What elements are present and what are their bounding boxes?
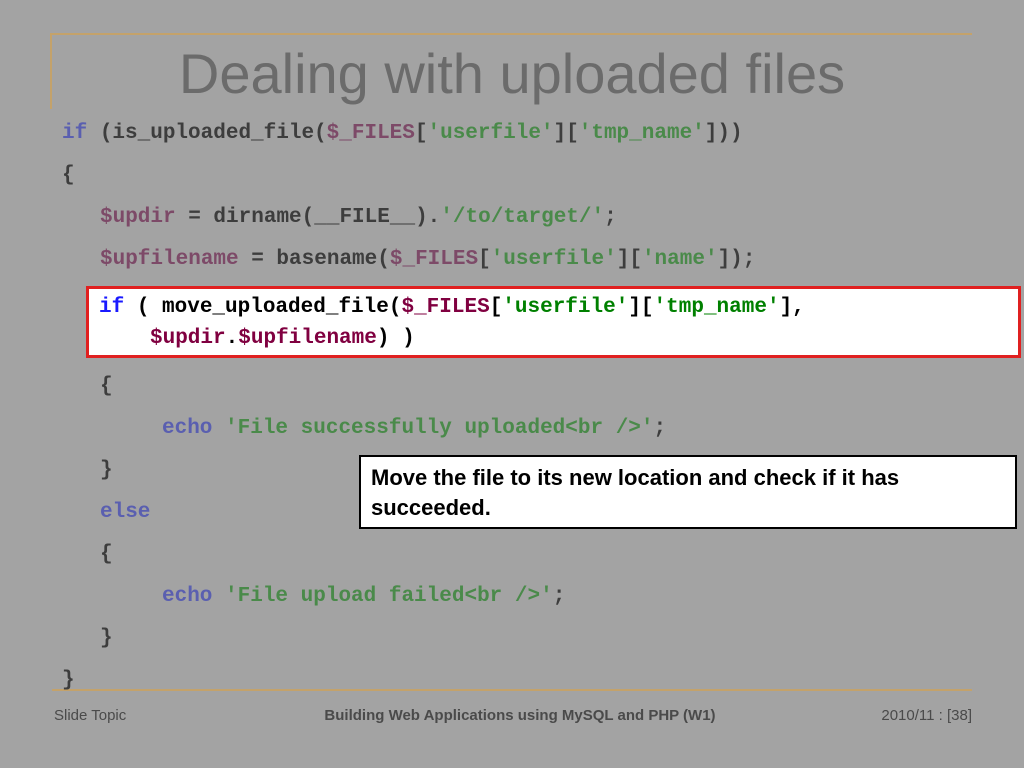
- code-text: ][: [628, 296, 654, 319]
- code-keyword: echo: [162, 417, 213, 440]
- code-string: 'userfile': [490, 248, 617, 271]
- code-string: 'tmp_name': [653, 296, 780, 319]
- code-text: .: [225, 327, 239, 350]
- code-variable: $updir: [150, 327, 226, 350]
- code-text: ]);: [717, 248, 756, 271]
- code-string: 'tmp_name': [578, 122, 705, 145]
- code-string: 'userfile': [427, 122, 554, 145]
- code-line-11: {: [100, 543, 113, 566]
- code-text: ;: [653, 417, 667, 440]
- code-text: (is_uploaded_file(: [87, 122, 327, 145]
- code-string: 'File successfully uploaded<br />': [212, 417, 654, 440]
- code-text: ;: [552, 585, 566, 608]
- bottom-divider: [52, 689, 972, 691]
- code-line-2: {: [62, 164, 75, 187]
- code-line-4: $upfilename = basename($_FILES['userfile…: [100, 247, 755, 273]
- code-line-6: $updir.$upfilename) ): [150, 326, 415, 352]
- code-variable: $_FILES: [326, 122, 415, 145]
- code-string: 'name': [641, 248, 718, 271]
- code-text: ;: [604, 206, 617, 229]
- code-text: ][: [616, 248, 642, 271]
- top-divider: [52, 33, 972, 35]
- code-line-3: $updir = dirname(__FILE__).'/to/target/'…: [100, 205, 617, 231]
- code-string: '/to/target/': [440, 206, 605, 229]
- code-text: ( move_uploaded_file(: [124, 296, 402, 319]
- code-text: = dirname(__FILE__).: [175, 206, 441, 229]
- code-keyword: echo: [162, 585, 213, 608]
- code-text: [: [414, 122, 428, 145]
- code-line-12: echo 'File upload failed<br />';: [162, 584, 565, 610]
- slide-title: Dealing with uploaded files: [178, 42, 846, 105]
- code-variable: $upfilename: [100, 248, 239, 271]
- code-line-9: }: [100, 459, 113, 482]
- code-line-1: if (is_uploaded_file($_FILES['userfile']…: [62, 121, 743, 147]
- code-keyword: if: [62, 122, 88, 145]
- code-line-5: if ( move_uploaded_file($_FILES['userfil…: [99, 295, 805, 321]
- callout-note: Move the file to its new location and ch…: [359, 455, 1017, 529]
- code-line-8: echo 'File successfully uploaded<br />';: [162, 416, 666, 442]
- code-text: [: [478, 248, 491, 271]
- code-variable: $upfilename: [238, 327, 377, 350]
- code-line-7: {: [100, 375, 113, 398]
- code-string: 'userfile': [502, 296, 629, 319]
- code-text: ])): [704, 122, 743, 145]
- code-keyword: if: [99, 296, 125, 319]
- code-line-14: }: [62, 669, 75, 692]
- code-variable: $updir: [100, 206, 176, 229]
- code-line-10: else: [100, 501, 151, 524]
- footer-course-title: Building Web Applications using MySQL an…: [324, 707, 716, 724]
- highlighted-code-box: if ( move_uploaded_file($_FILES['userfil…: [86, 286, 1021, 358]
- code-text: [: [489, 296, 503, 319]
- code-text: ][: [553, 122, 579, 145]
- code-text: ],: [779, 296, 805, 319]
- code-variable: $_FILES: [401, 296, 490, 319]
- footer-page-number: 2010/11 : [38]: [881, 707, 972, 724]
- code-text: = basename(: [238, 248, 390, 271]
- code-variable: $_FILES: [389, 248, 479, 271]
- code-line-13: }: [100, 627, 113, 650]
- code-string: 'File upload failed<br />': [212, 585, 553, 608]
- code-text: ) ): [376, 327, 415, 350]
